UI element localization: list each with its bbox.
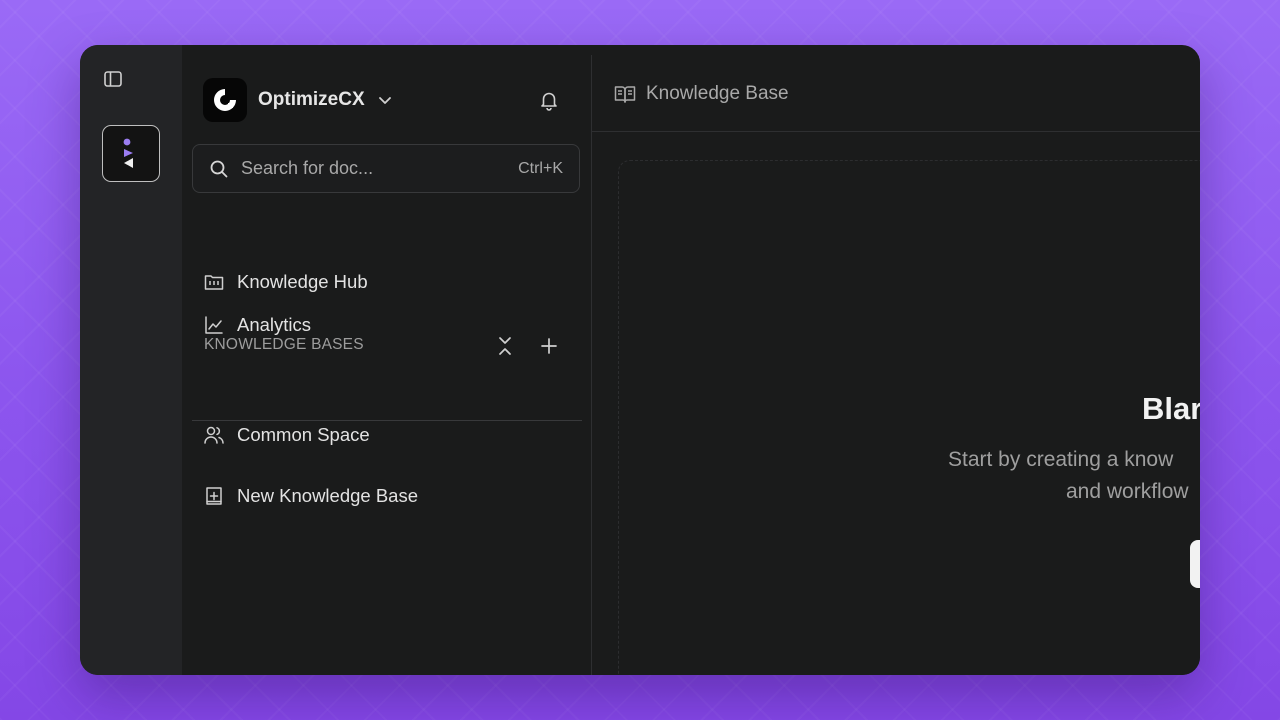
- header-divider: [592, 131, 1200, 132]
- app-logo-icon: [123, 138, 133, 168]
- breadcrumb-label: Knowledge Base: [646, 83, 789, 104]
- new-knowledge-base-button[interactable]: New Knowledge Base: [203, 485, 418, 507]
- book-plus-icon: [203, 485, 225, 507]
- knowledge-hub-icon: [203, 271, 225, 293]
- chevron-down-icon: [377, 92, 393, 108]
- nav-item-label: Knowledge Hub: [237, 271, 368, 292]
- org-switcher[interactable]: OptimizeCX: [203, 78, 393, 122]
- app-window: OptimizeCX Search for doc... Ctrl+K Know…: [80, 45, 1200, 675]
- sidebar-divider: [192, 420, 582, 421]
- add-knowledge-base-icon[interactable]: [540, 336, 558, 356]
- app-switcher-tile[interactable]: [102, 125, 160, 182]
- create-knowledge-base-button[interactable]: [1190, 540, 1200, 588]
- section-title-knowledge-bases: KNOWLEDGE BASES: [204, 336, 364, 353]
- main-content: Knowledge Base Blar Start by creating a …: [592, 55, 1200, 675]
- sidebar-toggle-icon[interactable]: [102, 68, 124, 90]
- open-book-icon: [614, 84, 636, 104]
- notifications-bell-icon[interactable]: [538, 89, 560, 116]
- search-shortcut: Ctrl+K: [518, 159, 563, 177]
- empty-state-dropzone: [618, 160, 1200, 675]
- app-rail: [80, 45, 182, 675]
- org-name: OptimizeCX: [258, 89, 365, 110]
- search-input[interactable]: Search for doc... Ctrl+K: [192, 144, 580, 193]
- new-kb-label: New Knowledge Base: [237, 485, 418, 506]
- sidebar: OptimizeCX Search for doc... Ctrl+K Know…: [182, 55, 592, 675]
- nav-item-label: Analytics: [237, 314, 312, 335]
- empty-state-description: Start by creating a know and workflow: [948, 444, 1200, 508]
- users-icon: [203, 424, 225, 446]
- kb-item-label: Common Space: [237, 424, 370, 445]
- empty-state-desc-line2: and workflow: [1066, 480, 1189, 503]
- search-placeholder: Search for doc...: [241, 158, 374, 178]
- empty-state-desc-line1: Start by creating a know: [948, 448, 1174, 471]
- breadcrumb: Knowledge Base: [614, 83, 789, 105]
- empty-state-title: Blar: [1142, 391, 1200, 426]
- org-logo-icon: [203, 78, 247, 122]
- nav-item-knowledge-hub[interactable]: Knowledge Hub: [203, 271, 368, 293]
- nav-item-analytics[interactable]: Analytics: [203, 314, 311, 336]
- chart-line-icon: [203, 314, 225, 336]
- collapse-all-icon[interactable]: [496, 336, 514, 356]
- search-icon: [209, 159, 229, 179]
- kb-item-common-space[interactable]: Common Space: [203, 424, 370, 446]
